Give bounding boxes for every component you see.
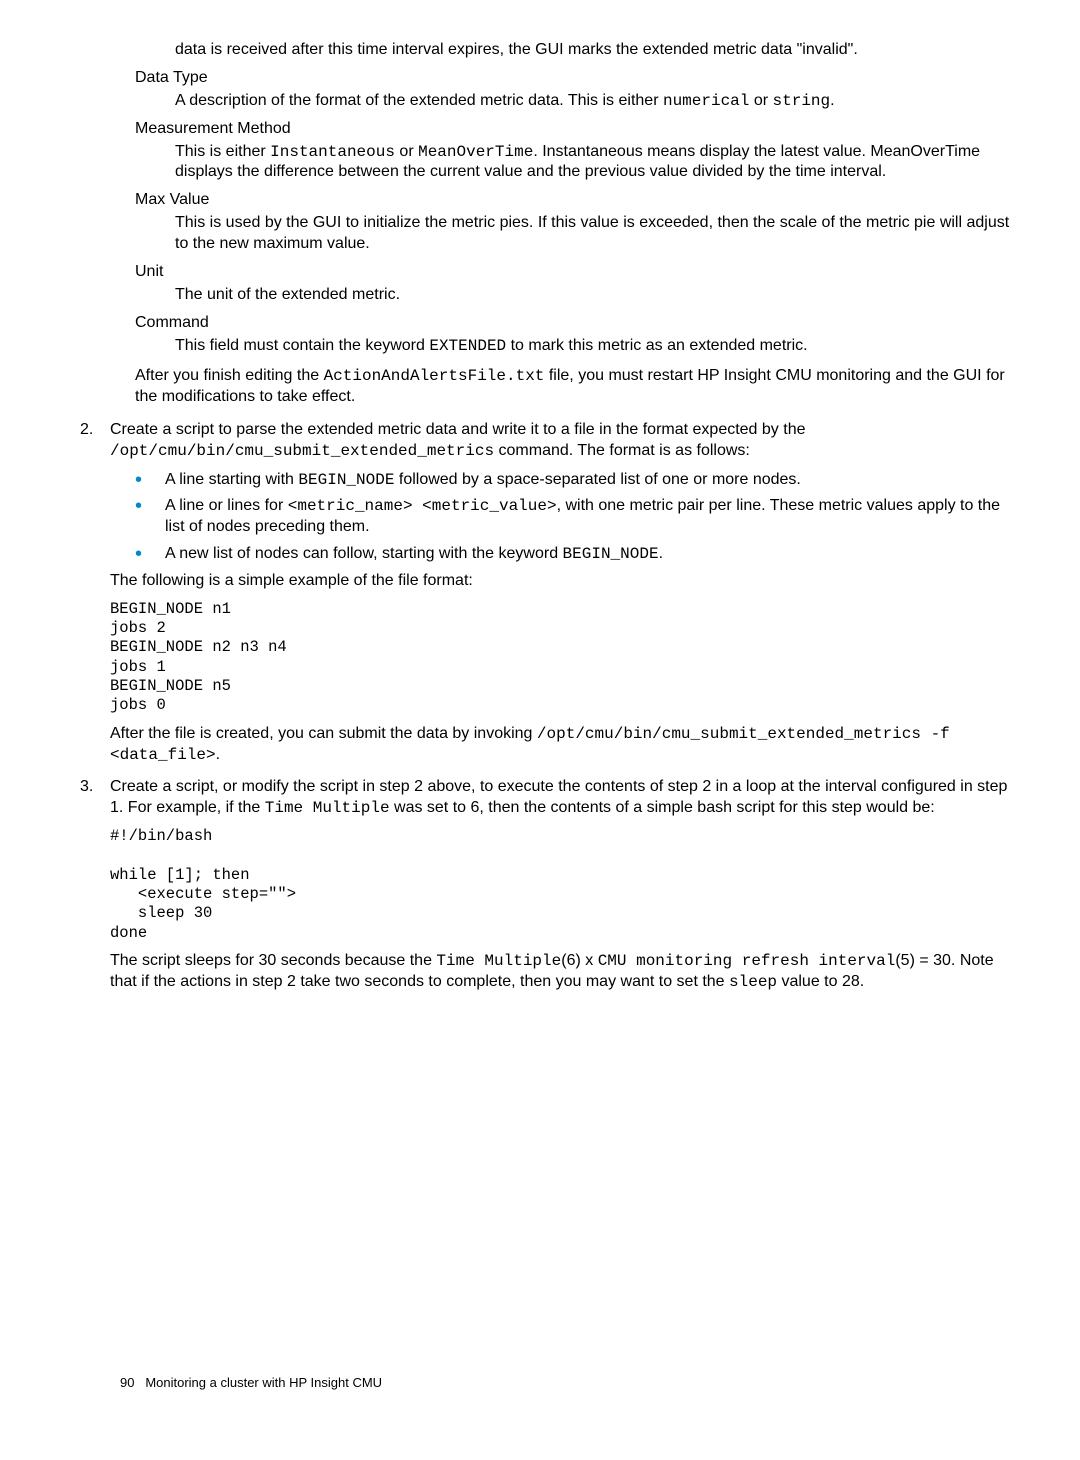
text: to mark this metric as an extended metri… xyxy=(506,337,807,354)
footer-title: Monitoring a cluster with HP Insight CMU xyxy=(145,1375,382,1390)
code-string: string xyxy=(773,92,831,110)
code-sleep: sleep xyxy=(729,973,777,991)
text: (6) x xyxy=(561,952,597,969)
step3-after-paragraph: The script sleeps for 30 seconds because… xyxy=(110,951,1020,993)
text: command. The format is as follows: xyxy=(494,442,750,459)
bullet-icon: • xyxy=(135,544,165,565)
text: value to 28. xyxy=(777,973,864,990)
bullet-item: • A new list of nodes can follow, starti… xyxy=(135,544,1020,565)
text: was set to 6, then the contents of a sim… xyxy=(390,799,935,816)
term-max-value: Max Value xyxy=(135,191,1020,209)
text: A new list of nodes can follow, starting… xyxy=(165,545,563,562)
code-file: ActionAndAlertsFile.txt xyxy=(324,367,545,385)
text: or xyxy=(749,92,772,109)
code-begin-node: BEGIN_NODE xyxy=(563,545,659,563)
code-submit-command: /opt/cmu/bin/cmu_submit_extended_metrics xyxy=(110,442,494,460)
text: This field must contain the keyword xyxy=(175,337,429,354)
code-refresh-interval: CMU monitoring refresh interval xyxy=(598,952,896,970)
text: followed by a space-separated list of on… xyxy=(394,471,800,488)
text: After you finish editing the xyxy=(135,367,324,384)
step-number: 3. xyxy=(80,777,110,819)
text: A line or lines for xyxy=(165,497,288,514)
text: A description of the format of the exten… xyxy=(175,92,663,109)
after-terms-paragraph: After you finish editing the ActionAndAl… xyxy=(135,366,1020,408)
text: . xyxy=(659,545,663,562)
code-block-bash: #!/bin/bash while [1]; then <execute ste… xyxy=(110,827,1020,943)
example-intro: The following is a simple example of the… xyxy=(110,571,1020,592)
step-number: 2. xyxy=(80,420,110,462)
code-block-example: BEGIN_NODE n1 jobs 2 BEGIN_NODE n2 n3 n4… xyxy=(110,600,1020,716)
code-instantaneous: Instantaneous xyxy=(270,143,395,161)
continuation-paragraph: data is received after this time interva… xyxy=(175,40,1020,61)
text: or xyxy=(395,143,418,160)
step-2: 2. Create a script to parse the extended… xyxy=(80,420,1020,462)
def-max-value: This is used by the GUI to initialize th… xyxy=(175,213,1020,255)
bullet-icon: • xyxy=(135,496,165,538)
page-number: 90 xyxy=(120,1375,134,1390)
text: This is either xyxy=(175,143,270,160)
term-command: Command xyxy=(135,314,1020,332)
bullet-icon: • xyxy=(135,470,165,491)
term-measurement-method: Measurement Method xyxy=(135,120,1020,138)
step-3: 3. Create a script, or modify the script… xyxy=(80,777,1020,819)
text: After the file is created, you can submi… xyxy=(110,725,537,742)
code-metric-pair: <metric_name> <metric_value> xyxy=(288,497,557,515)
def-command: This field must contain the keyword EXTE… xyxy=(175,336,1020,357)
text: . xyxy=(830,92,834,109)
after-example-paragraph: After the file is created, you can submi… xyxy=(110,724,1020,766)
code-time-multiple: Time Multiple xyxy=(436,952,561,970)
code-extended: EXTENDED xyxy=(429,337,506,355)
bullet-item: • A line starting with BEGIN_NODE follow… xyxy=(135,470,1020,491)
def-data-type: A description of the format of the exten… xyxy=(175,91,1020,112)
code-numerical: numerical xyxy=(663,92,749,110)
def-measurement-method: This is either Instantaneous or MeanOver… xyxy=(175,142,1020,184)
code-begin-node: BEGIN_NODE xyxy=(298,471,394,489)
text: . xyxy=(216,746,220,763)
page-footer: 90 Monitoring a cluster with HP Insight … xyxy=(120,1375,382,1390)
term-data-type: Data Type xyxy=(135,69,1020,87)
term-unit: Unit xyxy=(135,263,1020,281)
bullet-item: • A line or lines for <metric_name> <met… xyxy=(135,496,1020,538)
text: A line starting with xyxy=(165,471,298,488)
text: Create a script to parse the extended me… xyxy=(110,421,805,438)
text: The script sleeps for 30 seconds because… xyxy=(110,952,436,969)
def-unit: The unit of the extended metric. xyxy=(175,285,1020,306)
code-time-multiple: Time Multiple xyxy=(265,799,390,817)
code-meanovertime: MeanOverTime xyxy=(418,143,533,161)
